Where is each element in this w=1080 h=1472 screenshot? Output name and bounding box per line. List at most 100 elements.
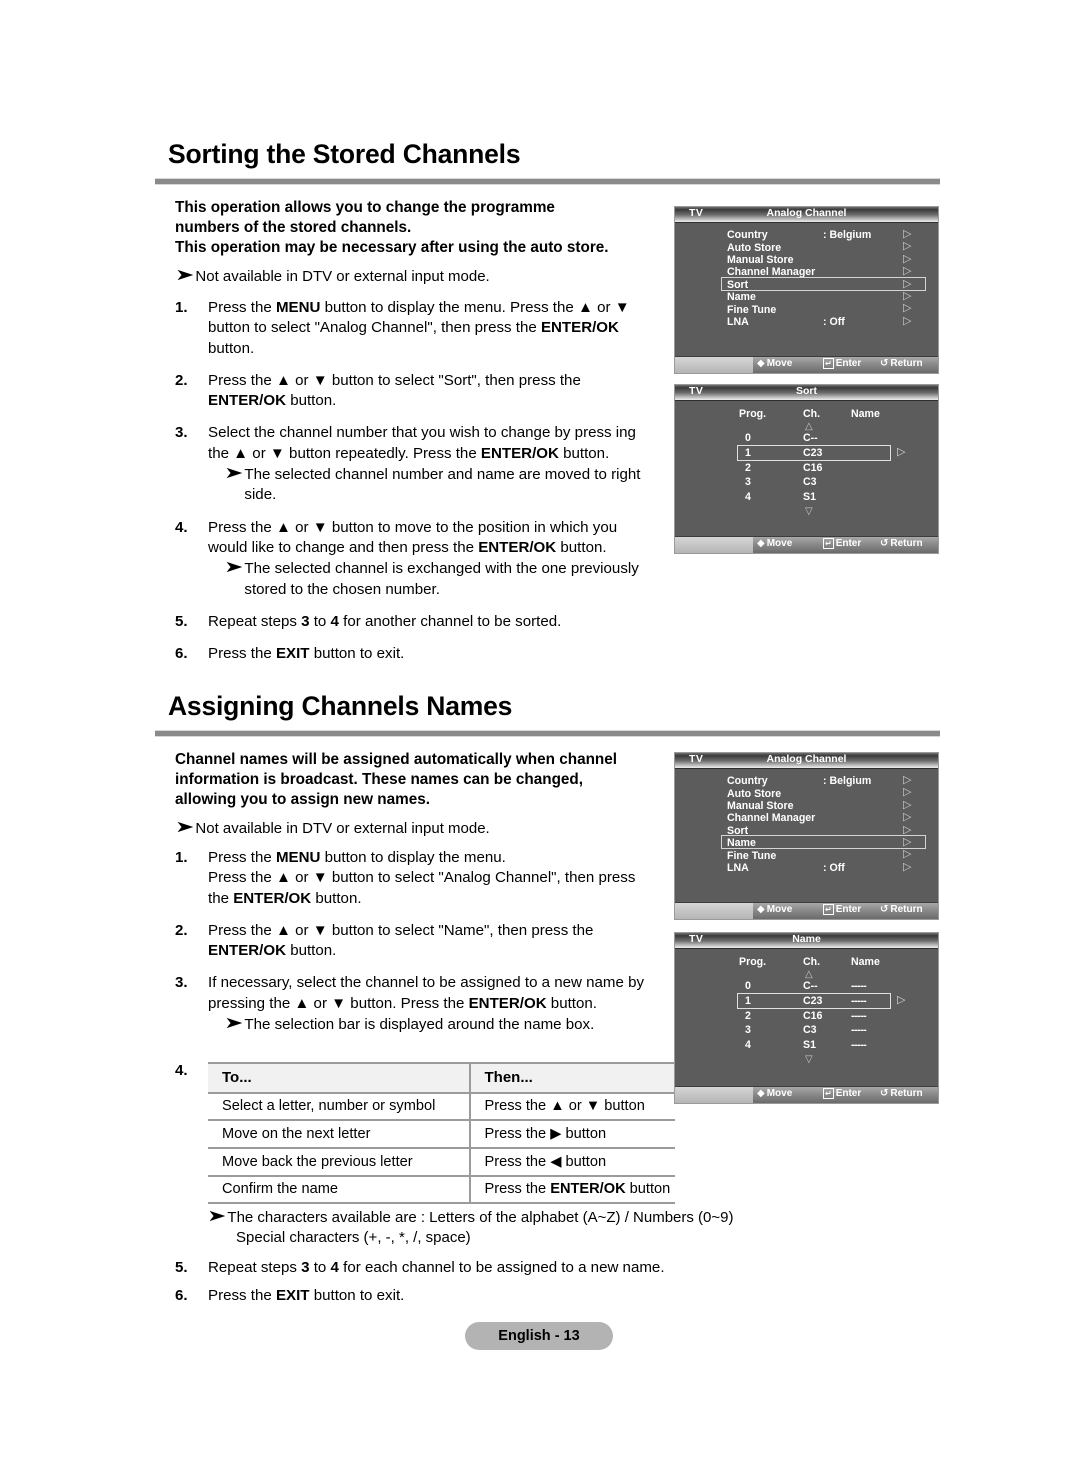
emphasis-text: ENTER/OK	[468, 994, 547, 1012]
osd-footer-enter[interactable]: ↵ Enter	[823, 358, 861, 369]
arrow-bullet-icon: ➤	[207, 1208, 227, 1225]
emphasis-text: 3	[301, 612, 310, 630]
osd-footer-move[interactable]: ◆ Move	[757, 358, 792, 369]
column-header-prog: Prog.	[739, 956, 767, 968]
osd-menu-item-value: : Off	[823, 861, 845, 874]
instruction-step: 2. Press the ▲ or ▼ button to select "Sor…	[175, 371, 660, 412]
osd-channel-row[interactable]: 4 S1	[675, 491, 938, 506]
step-number: 3.	[175, 424, 188, 442]
cell-to: Confirm the name	[208, 1176, 470, 1204]
osd-menu-item-country[interactable]: Country: Belgium ▷	[675, 229, 938, 242]
arrow-bullet-icon: ➤	[175, 818, 195, 836]
osd-analog-channel-2[interactable]: TV Analog Channel Country: Belgium ▷ Auto St…	[674, 752, 939, 920]
osd-menu-item-label: Name	[727, 837, 756, 850]
osd-menu-item-channel-manager[interactable]: Channel Manager ▷	[675, 812, 938, 825]
step-number: 6.	[175, 645, 188, 663]
arrow-bullet-icon: ➤	[224, 559, 244, 577]
osd-footer-enter[interactable]: ↵ Enter	[823, 904, 861, 915]
emphasis-text: EXIT	[275, 1287, 310, 1305]
step-subnote-text: The selection bar is displayed around th…	[244, 1016, 595, 1034]
osd-footer-return-label: Return	[890, 538, 923, 549]
osd-channel-row[interactable]: 3 C3	[675, 476, 938, 491]
osd-menu-item-label: Country	[727, 229, 768, 242]
instruction-step: 3. Select the channel number that you wis…	[175, 423, 660, 505]
osd-menu-item-name[interactable]: Name ▷	[675, 836, 938, 850]
table-row: Select a letter, number or symbol Press t…	[208, 1093, 675, 1121]
cell-ch: C--	[803, 980, 818, 992]
osd-footer-return[interactable]: ↺ Return	[880, 538, 923, 549]
osd-footer-enter-label: Enter	[835, 1088, 862, 1099]
enter-key-icon: ↵	[823, 1088, 834, 1099]
osd-menu-item-name[interactable]: Name ▷	[675, 290, 938, 303]
osd-menu-item-auto-store[interactable]: Auto Store ▷	[675, 787, 938, 800]
chevron-right-icon: ▷	[903, 860, 912, 873]
osd-menu-item-label: LNA	[727, 315, 749, 328]
chevron-right-icon: ▷	[897, 445, 906, 458]
cell-name: -----	[851, 1024, 867, 1037]
osd-footer-enter[interactable]: ↵ Enter	[823, 538, 861, 549]
step-subnote-text: The selected channel is exchanged with t…	[244, 560, 639, 598]
osd-menu-item-fine-tune[interactable]: Fine Tune ▷	[675, 849, 938, 862]
body-text: Press the	[484, 1181, 551, 1197]
emphasis-text: ENTER/OK	[550, 1181, 626, 1197]
osd-menu-item-manual-store[interactable]: Manual Store ▷	[675, 253, 938, 266]
osd-channel-row[interactable]: 2 C16 -----	[675, 1010, 938, 1025]
osd-selection-highlight	[737, 992, 891, 1009]
body-text: Press the	[208, 299, 276, 316]
osd-footer-return[interactable]: ↺ Return	[880, 358, 923, 369]
note-text: Not available in DTV or external input m…	[195, 267, 490, 285]
osd-menu-item-sort[interactable]: Sort ▷	[675, 278, 938, 291]
osd-menu-item-lna[interactable]: LNA: Off ▷	[675, 860, 938, 874]
instruction-step: 5. Repeat steps 3 to 4 for each channel t…	[175, 1258, 735, 1278]
cell-name: -----	[851, 980, 867, 992]
osd-footer-bar: ◆ Move ↵ Enter ↺ Return	[675, 1086, 938, 1103]
column-header-ch: Ch.	[803, 956, 821, 968]
enter-key-icon: ↵	[823, 904, 834, 915]
step-number: 2.	[175, 921, 188, 939]
osd-menu-item-auto-store[interactable]: Auto Store ▷	[675, 241, 938, 254]
osd-footer-enter[interactable]: ↵ Enter	[823, 1088, 861, 1099]
body-text: for another channel to be sorted.	[338, 612, 562, 630]
chevron-right-icon: ▷	[903, 265, 912, 278]
osd-analog-channel-1[interactable]: TV Analog Channel Country: Belgium ▷ Auto St…	[674, 206, 939, 374]
cell-ch: C16	[803, 461, 823, 474]
osd-name[interactable]: TV Name Prog. Ch. Name △ 0 C-- ----- 1 C23 ----- 2 C1…	[674, 932, 939, 1104]
osd-channel-row[interactable]: 2 C16	[675, 462, 938, 477]
availability-note: ➤ Not available in DTV or external input…	[175, 267, 655, 287]
emphasis-text: ENTER/OK	[540, 319, 619, 337]
osd-footer-return-label: Return	[890, 358, 923, 369]
triangle-up-icon: △	[805, 969, 813, 980]
osd-menu-item-channel-manager[interactable]: Channel Manager ▷	[675, 265, 938, 279]
step-number: 5.	[175, 1259, 188, 1276]
step-4-table-block: 4. To... Then... Select a letter, number…	[175, 1062, 675, 1204]
instruction-step: 3. If necessary, select the channel to be…	[175, 973, 660, 1035]
step-text: Press the EXIT button to exit.	[208, 1286, 735, 1306]
osd-footer-move[interactable]: ◆ Move	[757, 538, 792, 549]
osd-channel-row[interactable]: 4 S1 -----	[675, 1039, 938, 1054]
column-header-name: Name	[851, 956, 880, 968]
osd-menu-item-manual-store[interactable]: Manual Store ▷	[675, 799, 938, 812]
emphasis-text: ENTER/OK	[208, 392, 286, 410]
osd-footer-return[interactable]: ↺ Return	[880, 904, 923, 915]
osd-footer-move-label: Move	[766, 358, 793, 369]
characters-note-text-2: Special characters (+, -, *, /, space)	[236, 1228, 471, 1246]
emphasis-text: 4	[330, 1259, 339, 1276]
cell-name: -----	[851, 1039, 867, 1052]
osd-footer-move[interactable]: ◆ Move	[757, 904, 792, 915]
osd-sort[interactable]: TV Sort Prog. Ch. Name △ 0 C-- 1 C23 2 C16 3 C3 4 S1 ▽ ▷ ◆…	[674, 384, 939, 554]
osd-menu-item-country[interactable]: Country: Belgium ▷	[675, 775, 938, 788]
osd-menu-item-lna[interactable]: LNA: Off ▷	[675, 315, 938, 328]
body-text: Repeat steps	[208, 1259, 302, 1276]
osd-selection-highlight	[737, 444, 891, 461]
osd-channel-row[interactable]: 3 C3 -----	[675, 1024, 938, 1039]
osd-menu-item-label: Fine Tune	[727, 849, 777, 862]
body-text: button to exit.	[309, 1287, 405, 1305]
key-action-table: To... Then... Select a letter, number or…	[208, 1062, 675, 1204]
osd-footer-move[interactable]: ◆ Move	[757, 1088, 792, 1099]
osd-menu-item-sort[interactable]: Sort ▷	[675, 824, 938, 837]
osd-menu-item-label: Manual Store	[727, 799, 794, 812]
osd-menu-item-fine-tune[interactable]: Fine Tune ▷	[675, 303, 938, 316]
cell-then: Press the ▲ or ▼ button	[468, 1093, 675, 1121]
table-header-row: To... Then...	[208, 1062, 675, 1094]
osd-footer-return[interactable]: ↺ Return	[880, 1088, 923, 1099]
